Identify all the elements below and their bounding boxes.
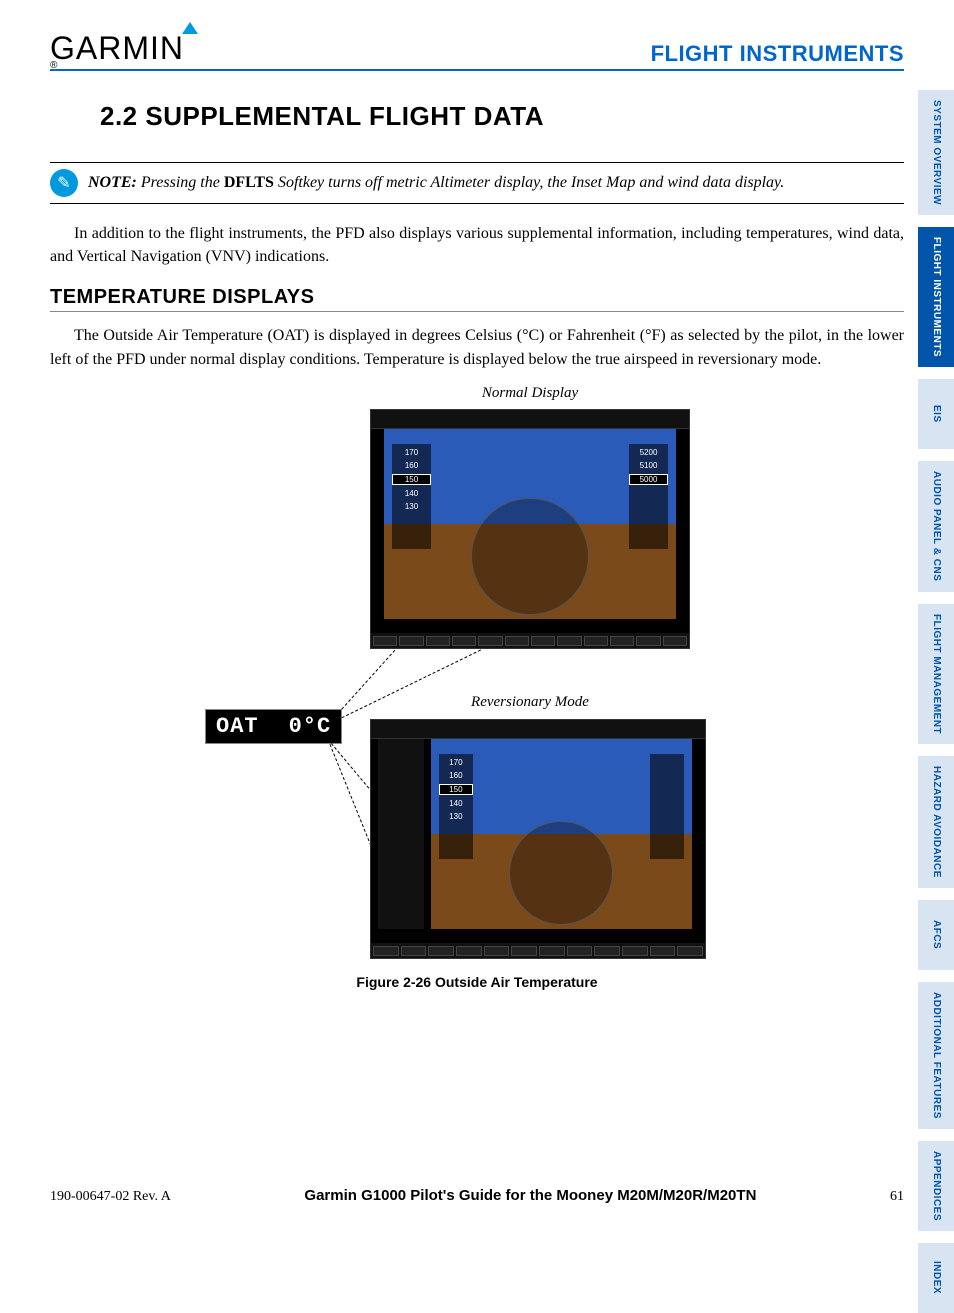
section-tab[interactable]: ADDITIONAL FEATURES xyxy=(918,982,954,1129)
section-tab[interactable]: SYSTEM OVERVIEW xyxy=(918,90,954,215)
pfd-softkey-bar xyxy=(371,943,705,957)
softkey xyxy=(531,636,555,646)
oat-value: 0°C xyxy=(289,714,332,739)
airspeed-tape: 170 160 150 140 130 xyxy=(439,754,473,859)
softkey xyxy=(426,636,450,646)
pfd-normal-display: 170 160 150 140 130 5200 5100 5000 xyxy=(370,409,690,649)
note-pencil-icon: ✎ xyxy=(50,169,78,197)
temperature-subhead: TEMPERATURE DISPLAYS xyxy=(50,286,904,312)
softkey xyxy=(478,636,502,646)
softkey xyxy=(401,946,427,956)
softkey xyxy=(584,636,608,646)
pfd-header-bar xyxy=(371,410,689,429)
softkey xyxy=(663,636,687,646)
eis-engine-strip xyxy=(378,739,425,929)
softkey xyxy=(539,946,565,956)
logo-triangle-icon xyxy=(182,22,198,34)
softkey xyxy=(373,946,399,956)
figure-area: Normal Display 170 160 150 140 130 5200 … xyxy=(50,389,904,1019)
figure-top-label: Normal Display xyxy=(370,385,690,402)
softkey xyxy=(636,636,660,646)
section-tabs: SYSTEM OVERVIEW FLIGHT INSTRUMENTS EIS AUDI… xyxy=(918,90,954,1313)
oat-readout: OAT 0°C xyxy=(205,709,342,744)
softkey xyxy=(428,946,454,956)
footer-guide-title: Garmin G1000 Pilot's Guide for the Moone… xyxy=(304,1187,756,1204)
section-tab[interactable]: EIS xyxy=(918,379,954,449)
note-text: NOTE: Pressing the DFLTS Softkey turns o… xyxy=(88,167,784,199)
section-tab[interactable]: FLIGHT INSTRUMENTS xyxy=(918,227,954,367)
softkey xyxy=(567,946,593,956)
softkey xyxy=(677,946,703,956)
altitude-tape xyxy=(650,754,684,859)
pfd-attitude-indicator: 170 160 150 140 130 5200 5100 5000 xyxy=(384,429,677,619)
softkey xyxy=(452,636,476,646)
softkey xyxy=(484,946,510,956)
garmin-logo: GARMIN ® xyxy=(50,30,184,67)
section-tab[interactable]: FLIGHT MANAGEMENT xyxy=(918,604,954,744)
softkey xyxy=(594,946,620,956)
airspeed-tape: 170 160 150 140 130 xyxy=(392,444,430,549)
hsi-compass xyxy=(509,821,613,925)
softkey xyxy=(610,636,634,646)
logo-text: GARMIN xyxy=(50,30,184,66)
softkey xyxy=(505,636,529,646)
section-tab[interactable]: AFCS xyxy=(918,900,954,970)
pfd-attitude-indicator: 170 160 150 140 130 xyxy=(431,739,692,929)
page-footer: 190-00647-02 Rev. A Garmin G1000 Pilot's… xyxy=(50,1187,904,1205)
page-header: GARMIN ® FLIGHT INSTRUMENTS xyxy=(50,30,904,71)
softkey xyxy=(557,636,581,646)
softkey xyxy=(622,946,648,956)
note-dflts-key: DFLTS xyxy=(224,174,274,191)
softkey xyxy=(399,636,423,646)
softkey xyxy=(373,636,397,646)
softkey xyxy=(650,946,676,956)
hsi-compass xyxy=(471,498,588,615)
intro-paragraph: In addition to the flight instruments, t… xyxy=(50,222,904,268)
section-tab[interactable]: AUDIO PANEL & CNS xyxy=(918,461,954,591)
leader-line xyxy=(328,649,481,724)
temperature-paragraph: The Outside Air Temperature (OAT) is dis… xyxy=(50,324,904,370)
pfd-softkey-bar xyxy=(371,633,689,647)
section-tab[interactable]: HAZARD AVOIDANCE xyxy=(918,756,954,888)
section-tab[interactable]: APPENDICES xyxy=(918,1141,954,1231)
section-header: FLIGHT INSTRUMENTS xyxy=(651,41,904,67)
footer-page-number: 61 xyxy=(890,1189,904,1205)
softkey xyxy=(511,946,537,956)
footer-docrev: 190-00647-02 Rev. A xyxy=(50,1189,171,1205)
note-callout: ✎ NOTE: Pressing the DFLTS Softkey turns… xyxy=(50,162,904,204)
figure-bottom-label: Reversionary Mode xyxy=(370,694,690,711)
pfd-reversionary-display: 170 160 150 140 130 xyxy=(370,719,706,959)
leader-line xyxy=(328,650,396,725)
pfd-header-bar xyxy=(371,720,705,739)
softkey xyxy=(456,946,482,956)
note-label: NOTE: xyxy=(88,174,137,191)
section-tab[interactable]: INDEX xyxy=(918,1243,954,1313)
oat-label: OAT xyxy=(216,714,259,739)
altitude-tape: 5200 5100 5000 xyxy=(629,444,667,549)
figure-caption: Figure 2-26 Outside Air Temperature xyxy=(50,974,904,990)
section-title: 2.2 SUPPLEMENTAL FLIGHT DATA xyxy=(100,101,904,132)
